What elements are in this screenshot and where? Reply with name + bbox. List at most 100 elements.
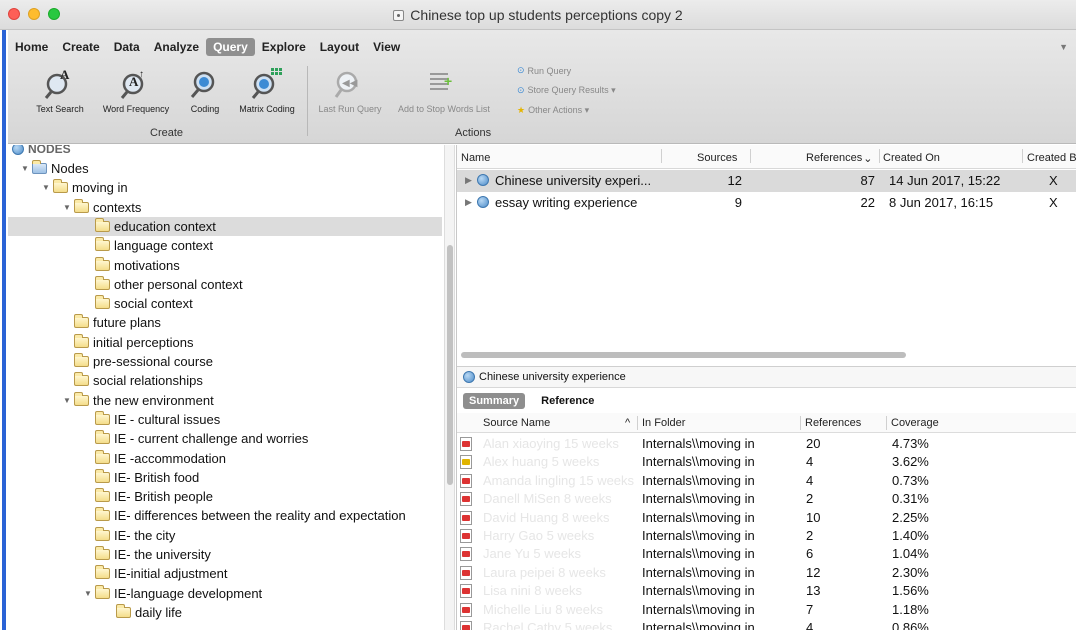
store-query-results-button[interactable]: ⊙ Store Query Results ▾ xyxy=(517,85,616,96)
tree-item-label: daily life xyxy=(135,604,182,620)
tree-item[interactable]: pre-sessional course xyxy=(8,352,442,371)
run-query-button[interactable]: ⊙ Run Query xyxy=(517,65,571,76)
tab-home[interactable]: Home xyxy=(8,38,55,56)
tree-item[interactable]: ▼ moving in xyxy=(8,178,442,197)
tree-item[interactable]: ▼ the new environment xyxy=(8,391,442,410)
source-row[interactable]: Harry Gao 5 weeks Internals\\moving in 2 1.… xyxy=(457,527,1076,546)
tree-item[interactable]: motivations xyxy=(8,256,442,275)
tree-item[interactable]: education context xyxy=(8,216,442,236)
last-run-query-icon: ◀◀ xyxy=(334,71,358,98)
source-row[interactable]: Danell MiSen 8 weeks Internals\\moving in… xyxy=(457,490,1076,509)
cell-folder: Internals\\moving in xyxy=(642,583,755,599)
tab-explore[interactable]: Explore xyxy=(255,38,313,56)
tree-item[interactable]: future plans xyxy=(8,313,442,332)
scrollbar-thumb[interactable] xyxy=(461,352,906,358)
tree-item[interactable]: IE- the city xyxy=(8,526,442,545)
nodes-section-header: NODES xyxy=(12,145,446,158)
source-row[interactable]: David Huang 8 weeks Internals\\moving in 1… xyxy=(457,509,1076,528)
tree-item[interactable]: IE- British people xyxy=(8,487,442,506)
tree-item[interactable]: IE - current challenge and worries xyxy=(8,429,442,448)
other-actions-button[interactable]: ★ Other Actions ▾ xyxy=(517,105,589,116)
word-frequency-button[interactable]: A ↑ Word Frequency xyxy=(100,65,172,114)
text-search-button[interactable]: A Text Search xyxy=(30,65,90,114)
source-row[interactable]: Lisa nini 8 weeks Internals\\moving in 13 1… xyxy=(457,582,1076,601)
tree-item[interactable]: IE - cultural issues xyxy=(8,410,442,429)
tab-data[interactable]: Data xyxy=(107,38,147,56)
folder-icon xyxy=(95,410,110,425)
source-row[interactable]: Alan xiaoying 15 weeks Internals\\moving … xyxy=(457,435,1076,454)
query-list-horizontal-scrollbar[interactable] xyxy=(461,351,1073,359)
tab-query[interactable]: Query xyxy=(206,38,255,56)
query-list-row[interactable]: ▶ essay writing experience 9 22 8 Jun 2017, … xyxy=(457,192,1076,214)
pdf-icon xyxy=(460,621,472,630)
tree-item[interactable]: IE-initial adjustment xyxy=(8,564,442,583)
tree-item[interactable]: ▼ Nodes xyxy=(8,159,442,178)
tab-layout[interactable]: Layout xyxy=(313,38,366,56)
cell-folder: Internals\\moving in xyxy=(642,528,755,543)
cell-refs: 10 xyxy=(806,509,821,525)
source-row[interactable]: Jane Yu 5 weeks Internals\\moving in 6 1.04… xyxy=(457,545,1076,564)
tree-item-label: IE- the university xyxy=(114,547,211,562)
tree-item[interactable]: IE- differences between the reality and … xyxy=(8,506,442,525)
column-source-name[interactable]: Source Name xyxy=(483,414,550,432)
tree-item[interactable]: IE- British food xyxy=(8,468,442,487)
cell-folder: Internals\\moving in xyxy=(642,601,755,617)
last-run-query-button[interactable]: ◀◀ Last Run Query xyxy=(314,65,386,114)
tab-analyze[interactable]: Analyze xyxy=(147,38,206,56)
column-created-on[interactable]: Created On xyxy=(883,149,940,167)
sort-ascending-icon[interactable]: ^ xyxy=(625,414,630,432)
column-name[interactable]: Name xyxy=(461,149,490,167)
cell-refs: 2 xyxy=(806,491,814,507)
tab-view[interactable]: View xyxy=(366,38,407,56)
column-references[interactable]: References ⌄ xyxy=(806,149,872,167)
tree-item[interactable]: IE- the university xyxy=(8,545,442,564)
run-query-icon: ⊙ xyxy=(517,65,525,75)
cell-refs: 6 xyxy=(806,546,814,562)
scrollbar-thumb[interactable] xyxy=(447,245,453,485)
cell-refs: 20 xyxy=(806,436,821,451)
column-in-folder[interactable]: In Folder xyxy=(642,414,685,432)
query-list-row[interactable]: ▶ Chinese university experi... 12 87 14 Jun … xyxy=(457,170,1076,192)
cell-refs: 12 xyxy=(806,564,821,580)
source-row[interactable]: Michelle Liu 8 weeks Internals\\moving in… xyxy=(457,601,1076,620)
ribbon-collapse-icon[interactable]: ▼ xyxy=(1059,42,1068,52)
tab-summary[interactable]: Summary xyxy=(463,393,526,409)
expand-triangle-icon[interactable]: ▶ xyxy=(465,197,472,208)
coding-query-button[interactable]: Coding xyxy=(180,65,230,114)
tree-item[interactable]: other personal context xyxy=(8,275,442,294)
tree-item-label: pre-sessional course xyxy=(93,354,213,369)
column-sources[interactable]: Sources xyxy=(697,149,737,167)
ribbon-tabs: Home Create Data Analyze Query Explore Layout V… xyxy=(8,37,407,57)
column-references[interactable]: References xyxy=(805,414,861,432)
disclosure-triangle-icon[interactable]: ▼ xyxy=(83,589,93,598)
tab-create[interactable]: Create xyxy=(55,38,106,56)
tree-item[interactable]: language context xyxy=(8,236,442,255)
matrix-coding-button[interactable]: Matrix Coding xyxy=(235,65,299,114)
column-coverage[interactable]: Coverage xyxy=(891,414,939,432)
disclosure-triangle-icon[interactable]: ▼ xyxy=(41,183,51,192)
source-row[interactable]: Alex huang 5 weeks Internals\\moving in 4 3… xyxy=(457,453,1076,472)
tree-item[interactable]: ▼ IE-language development xyxy=(8,584,442,603)
tree-item[interactable]: daily life xyxy=(8,603,442,622)
source-row[interactable]: Laura peipei 8 weeks Internals\\moving in… xyxy=(457,564,1076,583)
disclosure-triangle-icon[interactable]: ▼ xyxy=(20,164,30,173)
expand-triangle-icon[interactable]: ▶ xyxy=(465,175,472,186)
disclosure-triangle-icon[interactable]: ▼ xyxy=(62,396,72,405)
cell-coverage: 0.73% xyxy=(892,472,929,488)
tree-vertical-scrollbar[interactable] xyxy=(444,145,455,630)
pdf-icon xyxy=(460,584,472,599)
tab-reference[interactable]: Reference xyxy=(535,393,600,409)
tree-item[interactable]: social relationships xyxy=(8,371,442,390)
folder-icon xyxy=(95,449,110,464)
tree-item[interactable]: social context xyxy=(8,294,442,313)
query-icon xyxy=(477,196,489,208)
add-to-stop-words-button[interactable]: + Add to Stop Words List xyxy=(398,65,490,114)
tree-item[interactable]: IE -accommodation xyxy=(8,449,442,468)
tree-item[interactable]: ▼ contexts xyxy=(8,198,442,217)
column-created-by[interactable]: Created B xyxy=(1027,149,1076,167)
tree-item[interactable]: initial perceptions xyxy=(8,333,442,352)
source-row[interactable]: Amanda lingling 15 weeks Internals\\movin… xyxy=(457,472,1076,491)
column-divider xyxy=(661,149,662,163)
source-row[interactable]: Rachel Cathy 5 weeks Internals\\moving in… xyxy=(457,619,1076,630)
disclosure-triangle-icon[interactable]: ▼ xyxy=(62,203,72,212)
